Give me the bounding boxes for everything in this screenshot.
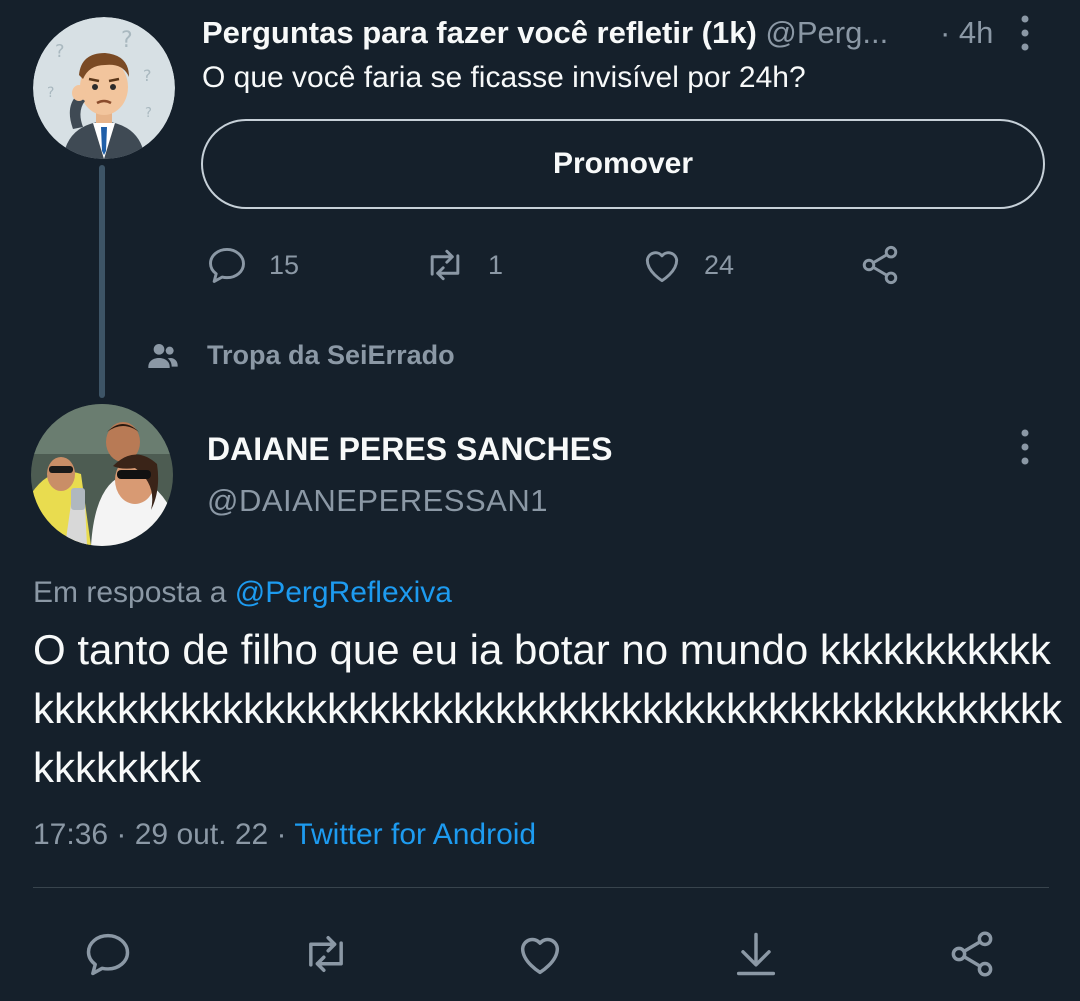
tweet-date: 29 out. 22 xyxy=(134,818,269,851)
community-label[interactable]: Tropa da SeiErrado xyxy=(147,340,455,371)
parent-like-count: 24 xyxy=(704,249,735,280)
reply-prefix: Em resposta a xyxy=(33,576,227,609)
share-icon xyxy=(862,245,898,285)
svg-text:?: ? xyxy=(145,106,152,121)
reply-author-handle[interactable]: @DAIANEPERESSAN1 xyxy=(207,480,548,522)
community-name: Tropa da SeiErrado xyxy=(207,340,455,370)
heart-icon xyxy=(520,937,560,975)
people-icon xyxy=(148,343,178,368)
replying-to-line: Em resposta a @PergReflexiva xyxy=(33,572,452,614)
parent-author-handle[interactable]: @Perg... xyxy=(765,15,888,50)
thread-connector-line xyxy=(99,165,105,398)
reply-to-mention[interactable]: @PergReflexiva xyxy=(235,576,452,609)
reply-author-name[interactable]: DAIANE PERES SANCHES xyxy=(207,428,612,470)
tweet-time: 17:36 xyxy=(33,818,109,851)
parent-author-name[interactable]: Perguntas para fazer você refletir (1k) xyxy=(202,15,757,50)
parent-more-options-icon[interactable] xyxy=(1016,14,1034,59)
retweet-button[interactable] xyxy=(298,926,354,982)
svg-text:?: ? xyxy=(121,28,133,53)
retweet-icon xyxy=(430,249,460,281)
promote-button[interactable]: Promover xyxy=(201,119,1045,209)
reply-icon xyxy=(209,247,245,283)
parent-reply-count: 15 xyxy=(269,249,300,280)
retweet-icon xyxy=(309,936,343,972)
reply-icon xyxy=(86,933,130,976)
meta-separator-1: · xyxy=(108,818,135,851)
svg-text:?: ? xyxy=(143,66,152,85)
parent-tweet-header: Perguntas para fazer você refletir (1k) … xyxy=(202,12,1012,54)
tweet-metadata: 17:36 · 29 out. 22 · Twitter for Android xyxy=(33,814,536,856)
svg-text:?: ? xyxy=(55,41,65,62)
like-button[interactable] xyxy=(512,926,568,982)
reply-tweet-text: O tanto de filho que eu ia botar no mund… xyxy=(33,626,1062,791)
svg-text:?: ? xyxy=(47,85,54,101)
parent-tweet-time: · 4h xyxy=(940,15,994,50)
reply-button[interactable] xyxy=(80,926,136,982)
share-icon xyxy=(951,931,993,977)
action-bar-divider xyxy=(33,887,1049,888)
parent-retweet-count: 1 xyxy=(488,249,504,280)
tweet-detail-page: ? ? ? ? ? Perguntas para fazer você refl… xyxy=(0,0,1080,1001)
tweet-source-link[interactable]: Twitter for Android xyxy=(294,818,536,851)
heart-icon xyxy=(645,251,679,283)
parent-like-action[interactable]: 24 xyxy=(640,242,734,288)
parent-share-action[interactable] xyxy=(858,242,922,288)
reply-author-avatar[interactable] xyxy=(31,404,173,546)
parent-tweet-text: O que você faria se ficasse invisível po… xyxy=(202,61,806,94)
parent-author-avatar[interactable]: ? ? ? ? ? xyxy=(33,17,175,159)
download-button[interactable] xyxy=(728,926,784,982)
download-icon xyxy=(736,932,776,976)
parent-reply-action[interactable]: 15 xyxy=(205,242,299,288)
meta-separator-2: · xyxy=(268,818,295,851)
parent-retweet-action[interactable]: 1 xyxy=(422,242,503,288)
share-button[interactable] xyxy=(944,926,1000,982)
reply-more-options-icon[interactable] xyxy=(1016,428,1034,473)
